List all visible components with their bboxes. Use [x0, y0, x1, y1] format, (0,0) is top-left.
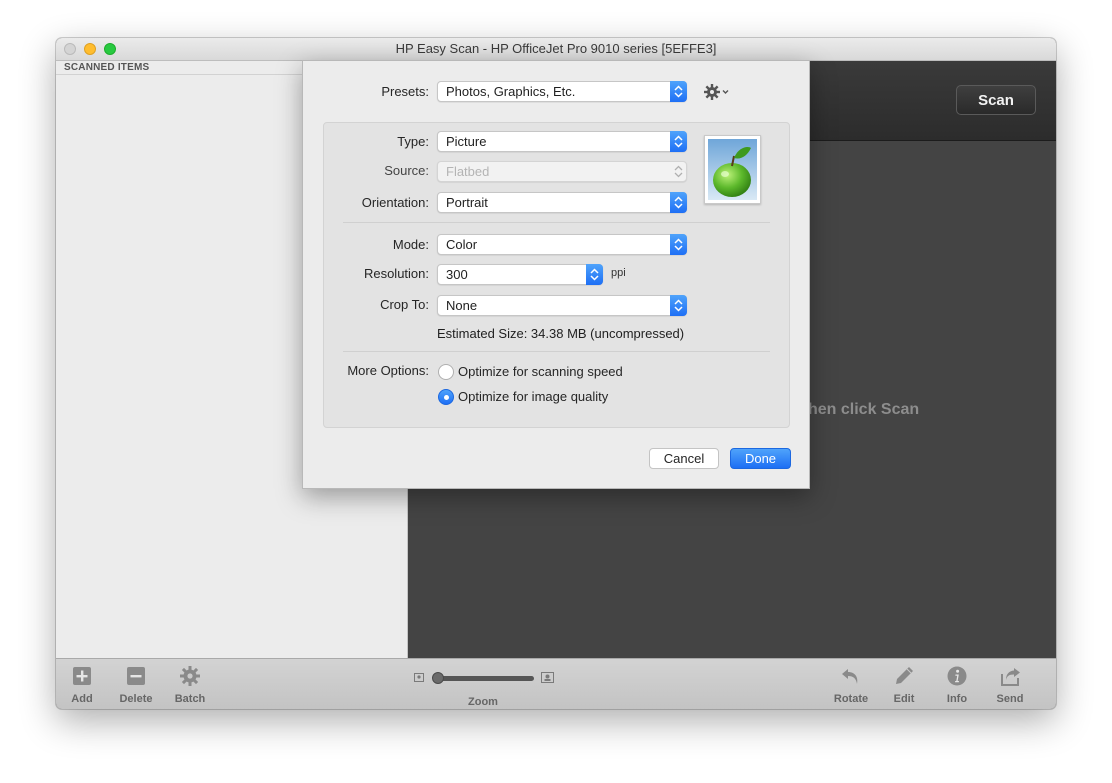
rotate-icon: [842, 669, 858, 684]
info-icon: [947, 666, 967, 686]
edit-label: Edit: [893, 693, 915, 705]
preview-hint-text: hen click Scan: [808, 401, 920, 418]
estimated-size: Estimated Size: 34.38 MB (uncompressed): [437, 326, 685, 341]
crop-value: None: [446, 298, 478, 313]
optimize-quality-option[interactable]: Optimize for image quality: [438, 388, 638, 406]
zoom-control: Zoom: [412, 669, 556, 709]
title-bar[interactable]: HP Easy Scan - HP OfficeJet Pro 9010 ser…: [56, 38, 1056, 61]
section-divider: [343, 222, 770, 223]
send-label: Send: [996, 693, 1024, 705]
rotate-label: Rotate: [833, 693, 869, 705]
delete-label: Delete: [119, 693, 153, 705]
crop-label: Crop To:: [380, 297, 429, 312]
optimize-speed-label: Optimize for scanning speed: [458, 364, 623, 379]
orientation-popup[interactable]: Portrait: [437, 192, 687, 213]
updown-arrows-icon[interactable]: [586, 264, 603, 285]
source-value: Flatbed: [446, 164, 490, 179]
updown-arrows-icon: [670, 81, 687, 102]
delete-button[interactable]: Delete: [106, 665, 166, 707]
zoom-slider-handle[interactable]: [432, 672, 444, 684]
presets-value: Photos, Graphics, Etc.: [446, 84, 576, 99]
done-button[interactable]: Done: [730, 448, 791, 469]
optimize-quality-label: Optimize for image quality: [458, 389, 609, 404]
batch-button[interactable]: Batch: [160, 665, 220, 707]
orientation-value: Portrait: [446, 195, 488, 210]
edit-button[interactable]: Edit: [874, 665, 934, 707]
updown-arrows-icon: [670, 295, 687, 316]
preset-actions-button[interactable]: [703, 82, 733, 102]
zoom-in-icon[interactable]: [541, 672, 554, 683]
mode-value: Color: [446, 237, 478, 252]
source-label: Source:: [384, 163, 429, 178]
rotate-button[interactable]: Rotate: [821, 665, 881, 707]
type-value: Picture: [446, 134, 487, 149]
bottom-toolbar: Add Delete Batch Zoom Rotate Edit Info S…: [56, 658, 1056, 709]
zoom-label: Zoom: [468, 696, 498, 708]
info-button[interactable]: Info: [927, 665, 987, 707]
optimize-speed-radio[interactable]: [438, 364, 454, 380]
scan-settings-sheet: Presets: Photos, Graphics, Etc. Type: Pi…: [302, 60, 810, 489]
scan-button[interactable]: Scan: [956, 85, 1036, 115]
mode-label: Mode:: [392, 237, 429, 252]
add-label: Add: [71, 693, 93, 705]
resolution-unit: ppi: [611, 267, 626, 279]
resolution-combo[interactable]: 300: [437, 264, 603, 285]
type-label: Type:: [397, 134, 429, 149]
pencil-icon: [896, 667, 913, 684]
presets-popup[interactable]: Photos, Graphics, Etc.: [437, 81, 687, 102]
send-button[interactable]: Send: [980, 665, 1040, 707]
gear-icon: [180, 666, 200, 686]
add-icon: [73, 667, 91, 685]
sidebar-header: SCANNED ITEMS: [64, 62, 150, 73]
presets-label: Presets:: [381, 84, 429, 99]
optimize-quality-radio[interactable]: [438, 389, 454, 405]
add-button[interactable]: Add: [56, 665, 112, 707]
updown-arrows-icon: [670, 234, 687, 255]
type-popup[interactable]: Picture: [437, 131, 687, 152]
apple-icon: [708, 139, 757, 200]
mode-popup[interactable]: Color: [437, 234, 687, 255]
zoom-out-icon[interactable]: [414, 673, 424, 682]
delete-icon: [127, 667, 145, 685]
crop-popup[interactable]: None: [437, 295, 687, 316]
picture-type-thumbnail: [704, 135, 761, 204]
more-options-label: More Options:: [347, 363, 429, 378]
window-title: HP Easy Scan - HP OfficeJet Pro 9010 ser…: [395, 41, 717, 56]
zoom-slider-track[interactable]: [436, 676, 534, 681]
orientation-label: Orientation:: [361, 195, 429, 210]
updown-arrows-icon: [670, 192, 687, 213]
updown-arrows-icon: [670, 161, 687, 182]
source-popup: Flatbed: [437, 161, 687, 182]
share-icon: [1001, 668, 1020, 686]
gear-icon: [704, 84, 729, 100]
info-label: Info: [946, 693, 968, 705]
section-divider: [343, 351, 770, 352]
resolution-value: 300: [446, 267, 468, 282]
cancel-button[interactable]: Cancel: [649, 448, 719, 469]
resolution-label: Resolution:: [363, 266, 429, 281]
updown-arrows-icon: [670, 131, 687, 152]
optimize-speed-option[interactable]: Optimize for scanning speed: [438, 363, 638, 381]
batch-label: Batch: [174, 693, 206, 705]
